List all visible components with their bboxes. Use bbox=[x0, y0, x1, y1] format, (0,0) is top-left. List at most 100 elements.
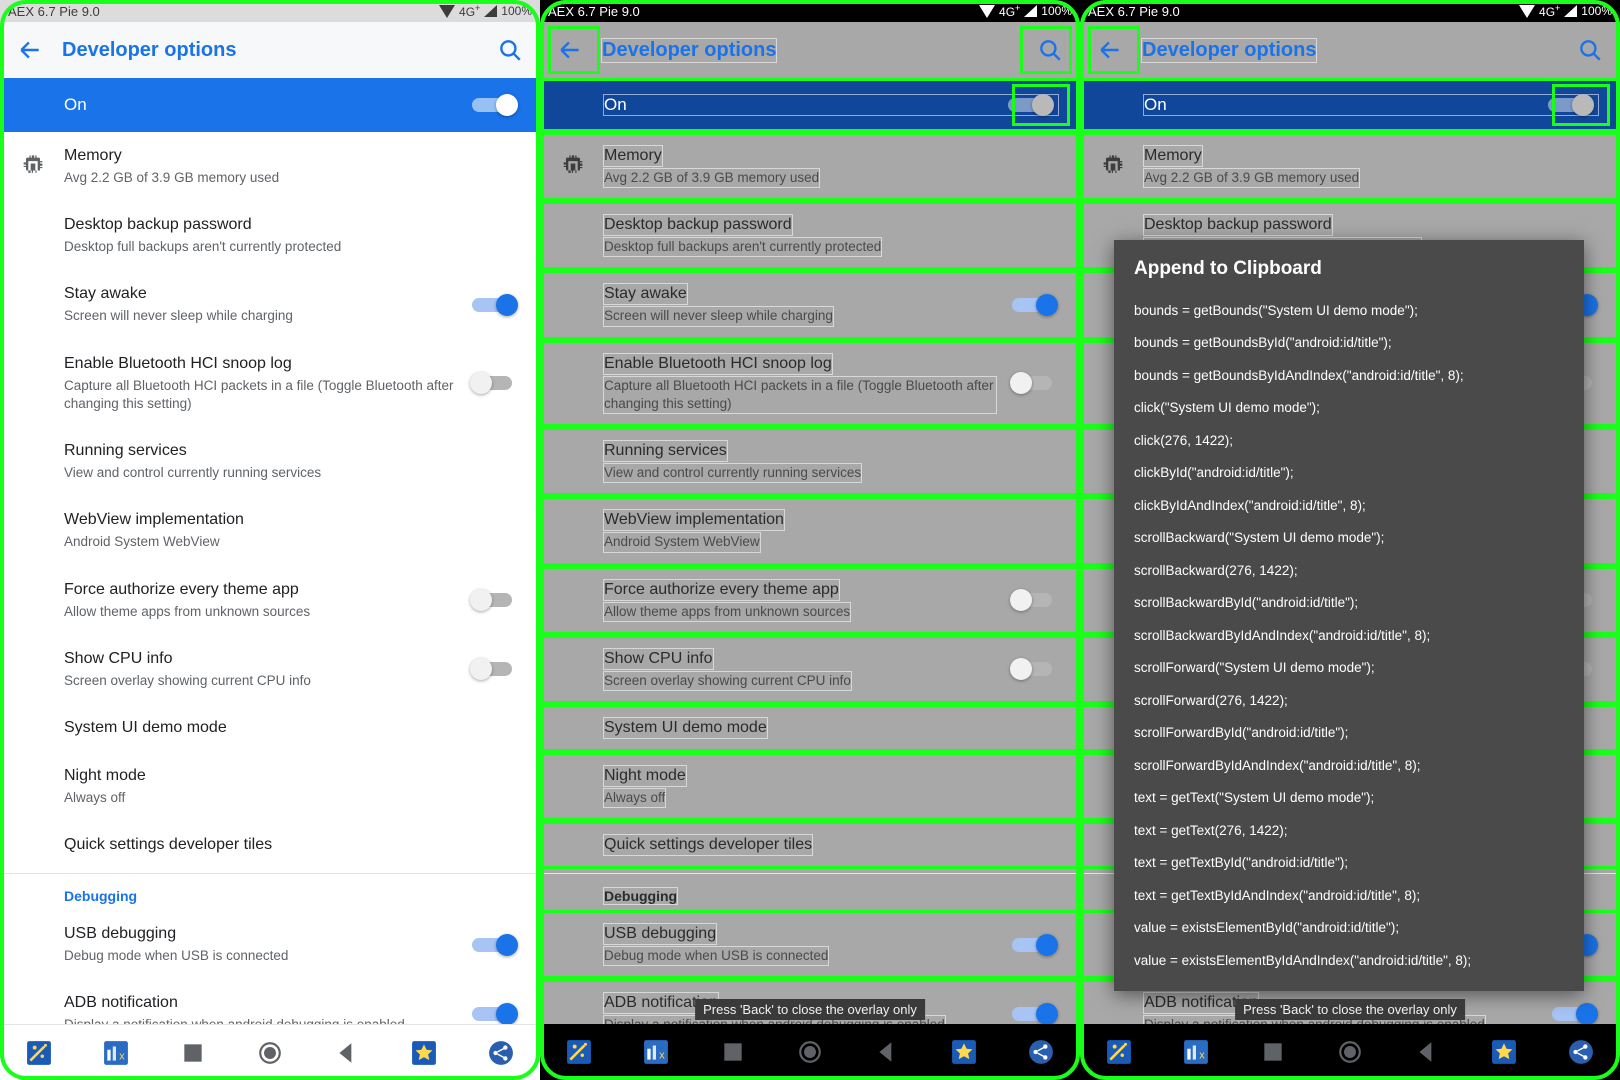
back-triangle-icon[interactable] bbox=[334, 1040, 360, 1066]
home-circle-icon[interactable] bbox=[797, 1039, 823, 1065]
back-triangle-icon[interactable] bbox=[874, 1039, 900, 1065]
recents-square-icon[interactable] bbox=[720, 1039, 746, 1065]
settings-row[interactable]: Running servicesView and control current… bbox=[0, 427, 540, 496]
search-icon[interactable] bbox=[1576, 36, 1604, 64]
magic-wand-app-icon[interactable] bbox=[26, 1040, 52, 1066]
dialog-command-item[interactable]: scrollForwardByIdAndIndex("android:id/ti… bbox=[1134, 749, 1564, 782]
bottom-nav-bar[interactable]: x bbox=[0, 1024, 540, 1080]
settings-row[interactable]: Quick settings developer tiles bbox=[0, 821, 540, 869]
settings-row[interactable]: Night modeAlways off bbox=[0, 752, 540, 821]
magic-wand-app-icon[interactable] bbox=[1106, 1039, 1132, 1065]
dialog-command-item[interactable]: scrollForwardById("android:id/title"); bbox=[1134, 717, 1564, 750]
chart-app-icon[interactable]: x bbox=[1183, 1039, 1209, 1065]
dialog-command-item[interactable]: text = getTextByIdAndIndex("android:id/t… bbox=[1134, 879, 1564, 912]
settings-row[interactable]: Stay awakeScreen will never sleep while … bbox=[0, 270, 540, 339]
chart-app-icon[interactable]: x bbox=[643, 1039, 669, 1065]
master-switch-toggle[interactable] bbox=[1546, 94, 1594, 116]
row-toggle[interactable] bbox=[1010, 658, 1058, 680]
home-circle-icon[interactable] bbox=[257, 1040, 283, 1066]
developer-options-master-switch-row[interactable]: On bbox=[1080, 78, 1620, 132]
settings-row[interactable]: WebView implementationAndroid System Web… bbox=[0, 496, 540, 565]
chart-app-icon[interactable]: x bbox=[103, 1040, 129, 1066]
row-toggle[interactable] bbox=[1010, 294, 1058, 316]
back-triangle-icon[interactable] bbox=[1414, 1039, 1440, 1065]
settings-row[interactable]: Show CPU infoScreen overlay showing curr… bbox=[540, 635, 1080, 704]
share-app-icon[interactable] bbox=[1568, 1039, 1594, 1065]
arrow-left-icon[interactable] bbox=[556, 36, 584, 64]
bottom-nav-bar[interactable]: x bbox=[1080, 1024, 1620, 1080]
dialog-command-item[interactable]: text = getText(276, 1422); bbox=[1134, 814, 1564, 847]
dialog-command-item[interactable]: scrollBackwardById("android:id/title"); bbox=[1134, 587, 1564, 620]
settings-row[interactable]: Enable Bluetooth HCI snoop logCapture al… bbox=[0, 340, 540, 427]
settings-row[interactable]: Running servicesView and control current… bbox=[540, 427, 1080, 496]
settings-row[interactable]: ADB notificationDisplay a notification w… bbox=[0, 979, 540, 1024]
settings-row[interactable]: Desktop backup passwordDesktop full back… bbox=[540, 201, 1080, 270]
master-switch-toggle[interactable] bbox=[470, 94, 518, 116]
dialog-command-item[interactable]: scrollBackward(276, 1422); bbox=[1134, 554, 1564, 587]
row-toggle[interactable] bbox=[1010, 589, 1058, 611]
share-app-icon[interactable] bbox=[488, 1040, 514, 1066]
search-icon[interactable] bbox=[496, 36, 524, 64]
row-toggle[interactable] bbox=[1550, 1003, 1598, 1024]
row-toggle[interactable] bbox=[470, 294, 518, 316]
recents-square-icon[interactable] bbox=[1260, 1039, 1286, 1065]
home-circle-icon[interactable] bbox=[1337, 1039, 1363, 1065]
settings-row[interactable]: Enable Bluetooth HCI snoop logCapture al… bbox=[540, 340, 1080, 427]
settings-list[interactable]: MemoryAvg 2.2 GB of 3.9 GB memory usedDe… bbox=[540, 132, 1080, 1024]
dialog-command-item[interactable]: scrollBackwardByIdAndIndex("android:id/t… bbox=[1134, 619, 1564, 652]
star-app-icon[interactable] bbox=[1491, 1039, 1517, 1065]
settings-row[interactable]: System UI demo mode bbox=[0, 704, 540, 752]
recents-square-icon[interactable] bbox=[180, 1040, 206, 1066]
settings-row[interactable]: USB debuggingDebug mode when USB is conn… bbox=[0, 910, 540, 979]
arrow-left-icon[interactable] bbox=[16, 36, 44, 64]
append-to-clipboard-dialog[interactable]: Append to Clipboard bounds = getBounds("… bbox=[1114, 240, 1584, 991]
settings-row[interactable]: MemoryAvg 2.2 GB of 3.9 GB memory used bbox=[1080, 132, 1620, 201]
settings-row[interactable]: USB debuggingDebug mode when USB is conn… bbox=[540, 910, 1080, 979]
star-app-icon[interactable] bbox=[951, 1039, 977, 1065]
dialog-command-item[interactable]: text = getTextById("android:id/title"); bbox=[1134, 847, 1564, 880]
arrow-left-icon[interactable] bbox=[1096, 36, 1124, 64]
magic-wand-app-icon[interactable] bbox=[566, 1039, 592, 1065]
dialog-command-item[interactable]: value = existsElementByIdAndIndex("andro… bbox=[1134, 944, 1564, 977]
settings-row[interactable]: System UI demo mode bbox=[540, 704, 1080, 752]
dialog-command-item[interactable]: scrollForward("System UI demo mode"); bbox=[1134, 652, 1564, 685]
dialog-command-item[interactable]: click("System UI demo mode"); bbox=[1134, 392, 1564, 425]
master-switch-toggle[interactable] bbox=[1006, 94, 1054, 116]
row-toggle[interactable] bbox=[470, 658, 518, 680]
dialog-command-item[interactable]: text = getText("System UI demo mode"); bbox=[1134, 782, 1564, 815]
dialog-command-item[interactable]: scrollForward(276, 1422); bbox=[1134, 684, 1564, 717]
settings-row[interactable]: Show CPU infoScreen overlay showing curr… bbox=[0, 635, 540, 704]
dialog-command-item[interactable]: bounds = getBoundsByIdAndIndex("android:… bbox=[1134, 359, 1564, 392]
developer-options-master-switch-row[interactable]: On bbox=[540, 78, 1080, 132]
dialog-command-list[interactable]: bounds = getBounds("System UI demo mode"… bbox=[1134, 294, 1564, 977]
settings-list[interactable]: MemoryAvg 2.2 GB of 3.9 GB memory usedDe… bbox=[1080, 132, 1620, 1024]
dialog-command-item[interactable]: value = existsElementById("android:id/ti… bbox=[1134, 912, 1564, 945]
settings-row[interactable]: MemoryAvg 2.2 GB of 3.9 GB memory used bbox=[0, 132, 540, 201]
settings-row[interactable]: Quick settings developer tiles bbox=[540, 821, 1080, 869]
settings-row[interactable]: Stay awakeScreen will never sleep while … bbox=[540, 270, 1080, 339]
row-toggle[interactable] bbox=[470, 589, 518, 611]
settings-row[interactable]: Force authorize every theme appAllow the… bbox=[0, 566, 540, 635]
settings-row[interactable]: WebView implementationAndroid System Web… bbox=[540, 496, 1080, 565]
dialog-command-item[interactable]: clickById("android:id/title"); bbox=[1134, 457, 1564, 490]
settings-row[interactable]: Force authorize every theme appAllow the… bbox=[540, 566, 1080, 635]
settings-row[interactable]: MemoryAvg 2.2 GB of 3.9 GB memory used bbox=[540, 132, 1080, 201]
row-toggle[interactable] bbox=[1010, 372, 1058, 394]
dialog-command-item[interactable]: clickByIdAndIndex("android:id/title", 8)… bbox=[1134, 489, 1564, 522]
settings-row[interactable]: Desktop backup passwordDesktop full back… bbox=[0, 201, 540, 270]
search-icon[interactable] bbox=[1036, 36, 1064, 64]
row-toggle[interactable] bbox=[470, 1003, 518, 1024]
row-toggle[interactable] bbox=[470, 934, 518, 956]
dialog-command-item[interactable]: bounds = getBoundsById("android:id/title… bbox=[1134, 327, 1564, 360]
bottom-nav-bar[interactable]: x bbox=[540, 1024, 1080, 1080]
settings-list[interactable]: MemoryAvg 2.2 GB of 3.9 GB memory usedDe… bbox=[0, 132, 540, 1024]
dialog-command-item[interactable]: click(276, 1422); bbox=[1134, 424, 1564, 457]
row-toggle[interactable] bbox=[1010, 1003, 1058, 1024]
row-toggle[interactable] bbox=[470, 372, 518, 394]
share-app-icon[interactable] bbox=[1028, 1039, 1054, 1065]
developer-options-master-switch-row[interactable]: On bbox=[0, 78, 540, 132]
row-toggle[interactable] bbox=[1010, 934, 1058, 956]
dialog-command-item[interactable]: scrollBackward("System UI demo mode"); bbox=[1134, 522, 1564, 555]
settings-row[interactable]: Night modeAlways off bbox=[540, 752, 1080, 821]
dialog-command-item[interactable]: bounds = getBounds("System UI demo mode"… bbox=[1134, 294, 1564, 327]
